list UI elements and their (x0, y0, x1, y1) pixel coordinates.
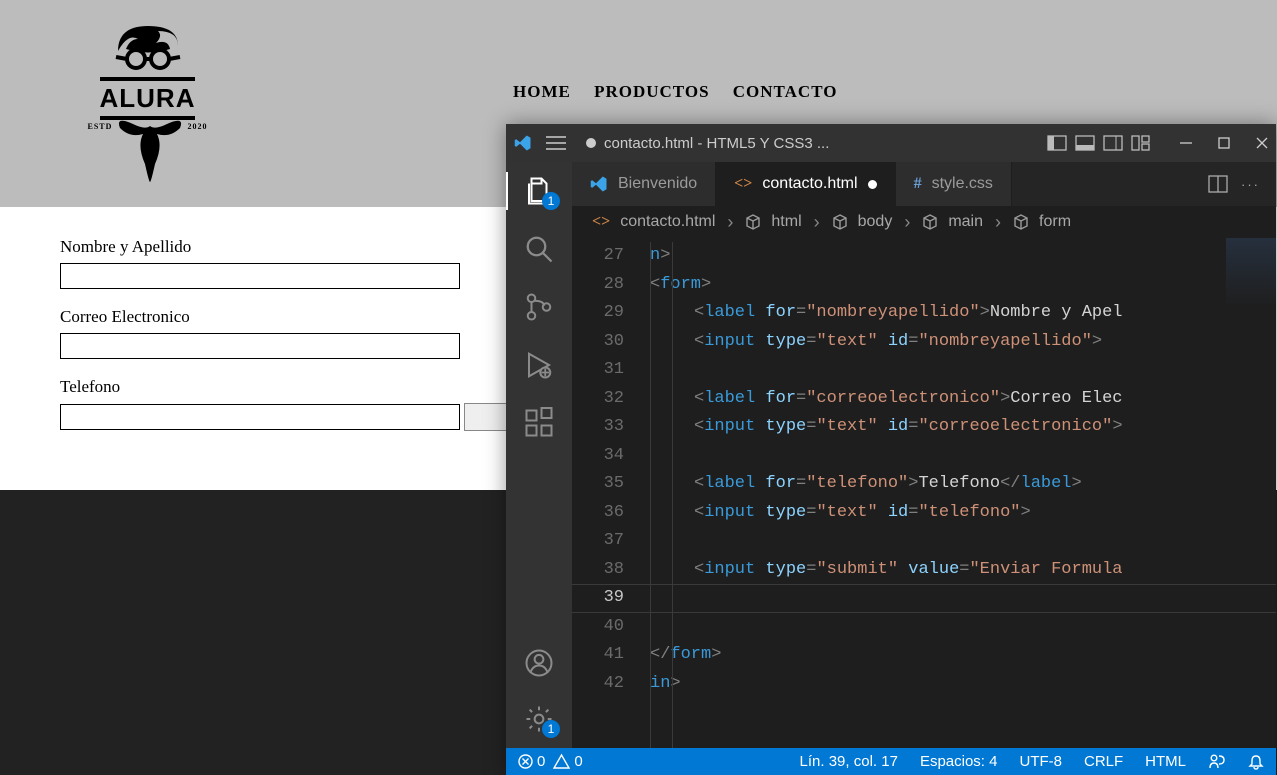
vscode-logo-icon (590, 175, 608, 193)
close-button[interactable] (1256, 137, 1268, 149)
run-debug-icon[interactable] (524, 350, 554, 380)
status-cursor[interactable]: Lín. 39, col. 17 (800, 753, 898, 770)
status-eol[interactable]: CRLF (1084, 753, 1123, 770)
breadcrumb-item[interactable]: contacto.html (620, 213, 715, 231)
search-icon[interactable] (524, 234, 554, 264)
status-warnings[interactable]: 0 (553, 753, 582, 770)
status-feedback-icon[interactable] (1208, 754, 1226, 770)
status-errors[interactable]: 0 (518, 753, 545, 770)
tab-style-css[interactable]: # style.css (896, 162, 1012, 206)
nav-home[interactable]: HOME (513, 82, 571, 101)
warning-icon (553, 754, 570, 769)
layout-left-icon[interactable] (1048, 136, 1066, 150)
tab-bienvenido[interactable]: Bienvenido (572, 162, 716, 206)
minimize-button[interactable] (1180, 137, 1192, 149)
vscode-logo-icon (514, 134, 532, 152)
status-spaces[interactable]: Espacios: 4 (920, 753, 998, 770)
breadcrumb-item[interactable]: main (948, 213, 983, 231)
nav-productos[interactable]: PRODUCTOS (594, 82, 709, 101)
layout-bottom-icon[interactable] (1076, 136, 1094, 150)
symbol-icon (745, 214, 761, 230)
logo-estd-right: 2020 (188, 122, 208, 131)
more-actions-icon[interactable]: ··· (1241, 177, 1260, 192)
breadcrumb-item[interactable]: html (771, 213, 801, 231)
explorer-badge: 1 (542, 192, 560, 210)
hamburger-menu-icon[interactable] (546, 136, 566, 150)
explorer-icon[interactable]: 1 (524, 176, 554, 206)
maximize-button[interactable] (1218, 137, 1230, 149)
header-logo: ALURA ESTD 2020 (70, 21, 225, 186)
activity-bar: 1 1 (506, 162, 572, 748)
status-bell-icon[interactable] (1248, 754, 1264, 770)
extensions-icon[interactable] (524, 408, 554, 438)
input-email[interactable] (60, 333, 460, 359)
layout-right-icon[interactable] (1104, 136, 1122, 150)
tab-label: contacto.html (762, 175, 857, 193)
breadcrumb-item[interactable]: form (1039, 213, 1071, 231)
settings-gear-icon[interactable]: 1 (524, 704, 554, 734)
status-encoding[interactable]: UTF-8 (1019, 753, 1062, 770)
source-control-icon[interactable] (524, 292, 554, 322)
tab-label: style.css (932, 175, 993, 193)
symbol-icon (922, 214, 938, 230)
code-editor[interactable]: 27282930313233343536373839404142 n><form… (572, 238, 1276, 748)
breadcrumb-item[interactable]: body (858, 213, 893, 231)
editor-tabs: Bienvenido <> contacto.html # style.css … (572, 162, 1276, 206)
dirty-dot-icon (868, 180, 877, 189)
symbol-icon (1013, 214, 1029, 230)
layout-grid-icon[interactable] (1132, 136, 1150, 150)
minimap[interactable] (1226, 238, 1276, 308)
status-bar: 0 0 Lín. 39, col. 17 Espacios: 4 UTF-8 C… (506, 748, 1276, 775)
logo-estd-left: ESTD (88, 122, 113, 131)
breadcrumbs[interactable]: <> contacto.html html body main form (572, 206, 1276, 238)
status-language[interactable]: HTML (1145, 753, 1186, 770)
tab-contacto-html[interactable]: <> contacto.html (716, 162, 895, 206)
window-title: contacto.html - HTML5 Y CSS3 ... (604, 135, 829, 152)
vscode-window: contacto.html - HTML5 Y CSS3 ... 1 (506, 124, 1276, 775)
error-icon (518, 754, 533, 769)
symbol-icon (832, 214, 848, 230)
nav-contacto[interactable]: CONTACTO (733, 82, 838, 101)
titlebar[interactable]: contacto.html - HTML5 Y CSS3 ... (506, 124, 1276, 162)
accounts-icon[interactable] (524, 648, 554, 678)
input-name[interactable] (60, 263, 460, 289)
main-nav: HOME PRODUCTOS CONTACTO (513, 82, 855, 102)
code-content[interactable]: n><form><label for="nombreyapellido">Nom… (642, 238, 1276, 748)
html-file-icon: <> (734, 175, 752, 193)
dirty-indicator-icon (586, 138, 596, 148)
tab-label: Bienvenido (618, 175, 697, 193)
input-phone[interactable] (60, 404, 460, 430)
logo-name: ALURA (70, 83, 225, 114)
html-file-icon: <> (592, 213, 610, 231)
split-editor-icon[interactable] (1209, 176, 1227, 192)
css-file-icon: # (914, 175, 922, 193)
line-number-gutter: 27282930313233343536373839404142 (572, 238, 642, 748)
settings-badge: 1 (542, 720, 560, 738)
